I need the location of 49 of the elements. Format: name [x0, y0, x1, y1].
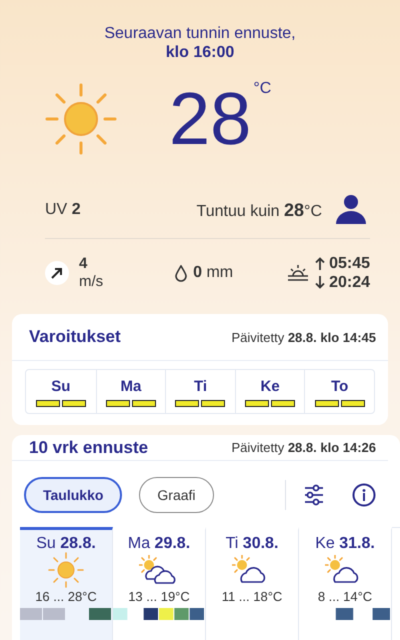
warning-day[interactable]: Ma — [96, 370, 166, 413]
forecast-time: klo 16:00 — [164, 43, 236, 62]
feels-like: Tuntuu kuin 28°C — [196, 200, 322, 220]
temperature-range: 11 ... 18°C — [222, 589, 282, 604]
sunset-time: 20:24 — [329, 273, 370, 292]
day-label: Ke — [260, 378, 280, 395]
warning-day[interactable]: Ti — [165, 370, 235, 413]
sunrise-time: 05:45 — [329, 254, 370, 273]
day-label: Ma — [120, 378, 142, 395]
info-icon[interactable] — [352, 483, 376, 507]
up-arrow-icon — [315, 257, 326, 270]
sun-icon — [45, 83, 117, 155]
rain-amount: 0 mm — [193, 264, 234, 282]
person-icon — [336, 194, 366, 226]
forecast-day[interactable]: Su 28.8. 16 ... 28°C — [20, 527, 113, 640]
warning-day[interactable]: Su — [26, 370, 96, 413]
warnings-title: Varoitukset — [29, 327, 121, 347]
warning-day[interactable]: To — [304, 370, 374, 413]
day-date: Su 28.8. — [36, 535, 96, 553]
day-label: Ti — [194, 378, 208, 395]
forecast-day[interactable]: Ma 29.8. 13 ... 19°C — [113, 527, 206, 640]
uv-index: UV 2 — [45, 201, 81, 219]
temperature: 28 — [169, 82, 252, 156]
view-toggle[interactable]: Graafi — [139, 477, 214, 513]
wind-direction-icon — [45, 261, 69, 285]
updated-time: Päivitetty 28.8. klo 14:45 — [231, 330, 376, 344]
updated-time: Päivitetty 28.8. klo 14:26 — [231, 440, 376, 455]
temperature-range: 16 ... 28°C — [35, 589, 97, 604]
warning-day[interactable]: Ke — [234, 370, 304, 413]
down-arrow-icon — [315, 276, 326, 289]
day-label: Su — [51, 378, 70, 395]
view-toggle[interactable]: Taulukko — [24, 477, 122, 513]
day-date: Ti 30.8. — [226, 535, 278, 553]
forecast-day[interactable]: Ke 31.8. 8 ... 14°C — [299, 527, 392, 640]
sunrise-icon — [287, 263, 310, 283]
day-date: Ke 31.8. — [315, 535, 375, 553]
forecast-day[interactable]: Ti 30.8. 11 ... 18°C — [206, 527, 299, 640]
temperature-range: 8 ... 14°C — [318, 589, 372, 604]
forecast-title: 10 vrk ennuste — [29, 438, 148, 458]
forecast-heading: Seuraavan tunnin ennuste, — [103, 24, 297, 43]
day-label: To — [331, 378, 348, 395]
settings-icon[interactable] — [303, 484, 325, 506]
day-date: Ma 29.8. — [128, 535, 190, 553]
temperature-unit: °C — [253, 80, 272, 98]
wind-speed: 4 m/s — [79, 255, 104, 291]
sun-icon — [48, 552, 84, 588]
temperature-range: 13 ... 19°C — [128, 589, 190, 604]
raindrop-icon — [175, 264, 188, 282]
weather-strip-drawing — [336, 608, 390, 620]
